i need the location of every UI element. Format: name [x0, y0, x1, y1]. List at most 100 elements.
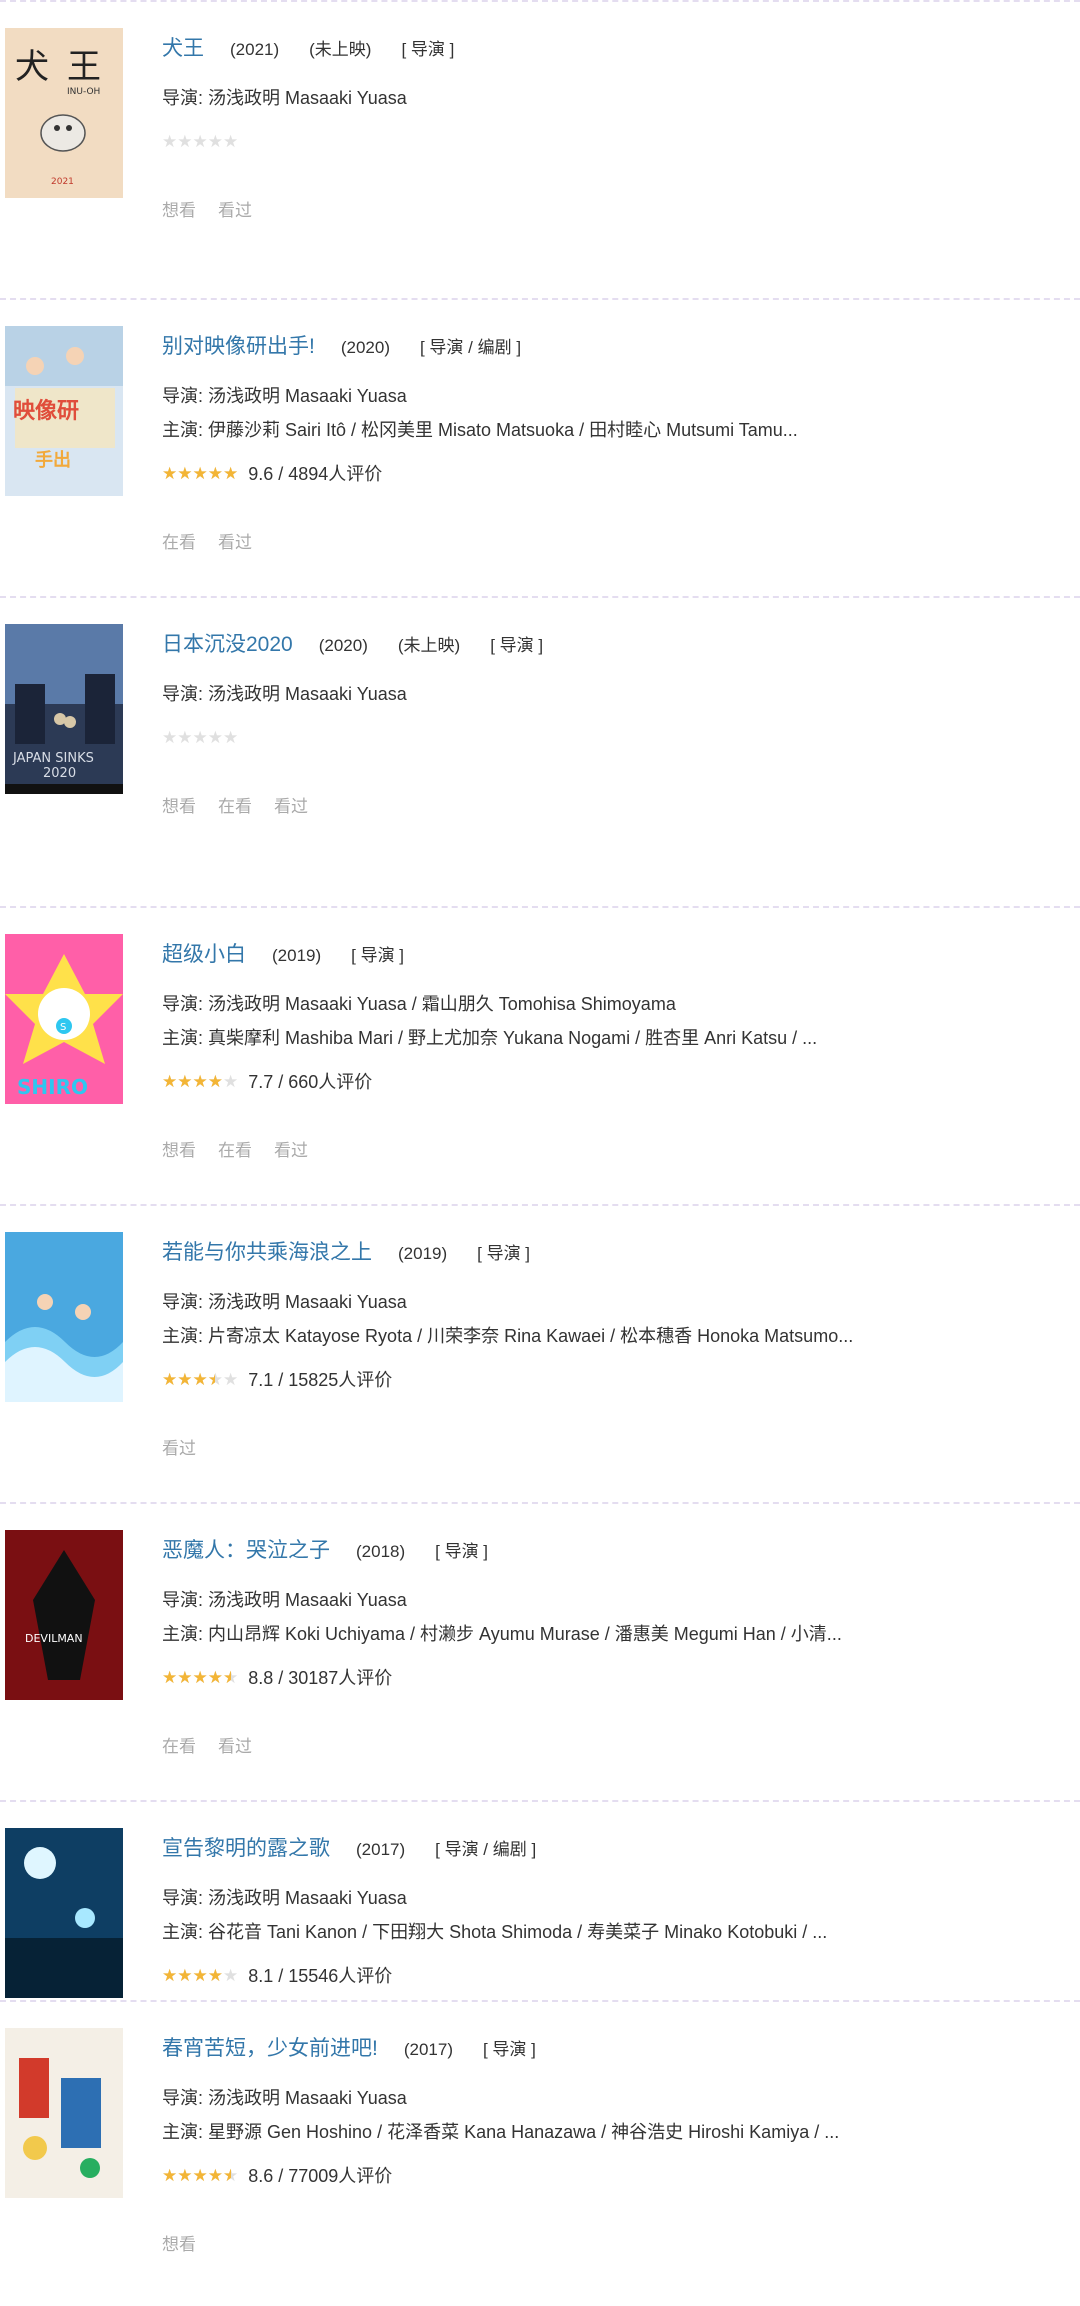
- title-row: 宣告黎明的露之歌 (2017) [ 导演 / 编剧 ]: [162, 1832, 1060, 1864]
- title-row: 犬王 (2021) (未上映) [ 导演 ]: [162, 32, 1060, 64]
- director-line: 导演: 汤浅政明 Masaaki Yuasa: [162, 386, 407, 406]
- star-rating: ★★★★★★★★★★: [162, 465, 238, 482]
- action-links: 看过: [162, 1434, 1060, 1459]
- title-row: 若能与你共乘海浪之上 (2019) [ 导演 ]: [162, 1236, 1060, 1268]
- cast-line: 主演: 真柴摩利 Mashiba Mari / 野上尤加奈 Yukana Nog…: [162, 1028, 818, 1048]
- cast-line: 主演: 片寄凉太 Katayose Ryota / 川荣李奈 Rina Kawa…: [162, 1326, 854, 1346]
- svg-text:犬: 犬: [15, 47, 49, 87]
- movie-title-link[interactable]: 宣告黎明的露之歌: [162, 1832, 330, 1862]
- star-rating: ★★★★★★★★★★: [162, 2167, 238, 2184]
- action-links: 在看 看过: [162, 528, 1060, 553]
- movie-title-link[interactable]: 犬王: [162, 32, 204, 62]
- movie-item: DEVILMAN 恶魔人：哭泣之子 (2018) [ 导演 ] 导演: 汤浅政明 Mas…: [0, 1502, 1080, 1800]
- movie-meta: (2019): [272, 946, 322, 965]
- action-links: 想看 在看 看过: [162, 792, 1060, 817]
- star-icon: ★★★★★: [162, 464, 239, 482]
- star-icon: ★★★★★: [162, 1966, 223, 1984]
- star-rating: ★★★★★★★★★★: [162, 1669, 238, 1686]
- movie-poster[interactable]: 犬 王 INU-OH 2021: [5, 28, 123, 198]
- movie-item: 宣告黎明的露之歌 (2017) [ 导演 / 编剧 ] 导演: 汤浅政明 Masaak…: [0, 1800, 1080, 2000]
- movie-info: 宣告黎明的露之歌 (2017) [ 导演 / 编剧 ] 导演: 汤浅政明 Masaak…: [162, 1832, 1060, 1988]
- movie-meta: [ 导演 / 编剧 ]: [419, 338, 522, 357]
- movie-meta: [ 导演 ]: [482, 2040, 536, 2059]
- movie-item: 映像研 手出 别对映像研出手! (2020) [ 导演 / 编剧 ] 导演: 汤浅政明…: [0, 298, 1080, 596]
- movie-poster[interactable]: [5, 2028, 123, 2198]
- action-link[interactable]: 看过: [274, 1136, 308, 1161]
- action-link[interactable]: 看过: [162, 1434, 196, 1459]
- title-row: 春宵苦短，少女前进吧! (2017) [ 导演 ]: [162, 2032, 1060, 2064]
- movie-meta: (2017): [356, 1840, 406, 1859]
- rating-row: ★★★★★★★★★★ 8.6 / 77009人评价: [162, 2162, 1060, 2188]
- movie-poster[interactable]: DEVILMAN: [5, 1530, 123, 1700]
- director-line: 导演: 汤浅政明 Masaaki Yuasa: [162, 1292, 407, 1312]
- rating-text: 8.1 / 15546人评价: [248, 1966, 393, 1986]
- cast-line: 主演: 内山昂辉 Koki Uchiyama / 村濑步 Ayumu Muras…: [162, 1624, 842, 1644]
- movie-info: 若能与你共乘海浪之上 (2019) [ 导演 ] 导演: 汤浅政明 Masaaki Y…: [162, 1236, 1060, 1459]
- action-links: 想看 看过: [162, 196, 1060, 221]
- star-icon: ★★★★★: [162, 131, 239, 151]
- star-rating: ★★★★★★★★★★: [162, 1371, 238, 1388]
- action-link[interactable]: 看过: [218, 528, 252, 553]
- movie-title-link[interactable]: 春宵苦短，少女前进吧!: [162, 2032, 378, 2062]
- movie-meta: (2017): [403, 2040, 453, 2059]
- movie-info: 春宵苦短，少女前进吧! (2017) [ 导演 ] 导演: 汤浅政明 Masaaki …: [162, 2032, 1060, 2255]
- movie-title-link[interactable]: 别对映像研出手!: [162, 330, 315, 360]
- action-link[interactable]: 想看: [162, 1136, 196, 1161]
- action-link[interactable]: 在看: [218, 1136, 252, 1161]
- action-links: 想看 在看 看过: [162, 1136, 1060, 1161]
- svg-text:S: S: [60, 1022, 66, 1033]
- rating-row: ★★★★★★★★★★: [162, 128, 1060, 154]
- movie-meta: [ 导演 ]: [351, 946, 405, 965]
- action-link[interactable]: 看过: [218, 1732, 252, 1757]
- action-link[interactable]: 想看: [162, 792, 196, 817]
- action-link[interactable]: 在看: [162, 528, 196, 553]
- rating-text: 8.6 / 77009人评价: [248, 2166, 393, 2186]
- movie-meta: [ 导演 ]: [490, 636, 544, 655]
- rating-row: ★★★★★★★★★★ 7.7 / 660人评价: [162, 1068, 1060, 1094]
- movie-poster[interactable]: JAPAN SINKS 2020: [5, 624, 123, 794]
- movie-item: JAPAN SINKS 2020 日本沉没2020 (2020) (未上映) [ 导演…: [0, 596, 1080, 906]
- svg-text:INU-OH: INU-OH: [67, 87, 100, 97]
- movie-poster[interactable]: 映像研 手出: [5, 326, 123, 496]
- movie-meta: (2021): [230, 40, 280, 59]
- movie-info: 犬王 (2021) (未上映) [ 导演 ] 导演: 汤浅政明 Masaaki Yuas…: [162, 32, 1060, 221]
- rating-row: ★★★★★★★★★★: [162, 724, 1060, 750]
- rating-row: ★★★★★★★★★★ 8.1 / 15546人评价: [162, 1962, 1060, 1988]
- svg-text:2021: 2021: [51, 177, 74, 187]
- star-rating: ★★★★★★★★★★: [162, 133, 238, 150]
- action-link[interactable]: 看过: [218, 196, 252, 221]
- title-row: 超级小白 (2019) [ 导演 ]: [162, 938, 1060, 970]
- director-line: 导演: 汤浅政明 Masaaki Yuasa / 霜山朋久 Tomohisa S…: [162, 994, 676, 1014]
- movie-poster[interactable]: [5, 1828, 123, 1998]
- movie-title-link[interactable]: 恶魔人：哭泣之子: [162, 1534, 330, 1564]
- svg-text:JAPAN SINKS: JAPAN SINKS: [12, 751, 94, 766]
- movie-list: 犬 王 INU-OH 2021 犬王 (2021) (未上映) [ 导演 ] 导演: 汤浅…: [0, 0, 1080, 2300]
- action-link[interactable]: 看过: [274, 792, 308, 817]
- star-rating: ★★★★★★★★★★: [162, 1073, 238, 1090]
- cast-line: 主演: 谷花音 Tani Kanon / 下田翔大 Shota Shimoda …: [162, 1922, 828, 1942]
- movie-meta: (未上映): [397, 636, 461, 655]
- star-rating: ★★★★★★★★★★: [162, 1967, 238, 1984]
- movie-poster[interactable]: [5, 1232, 123, 1402]
- movie-poster[interactable]: S SHIRO: [5, 934, 123, 1104]
- action-link[interactable]: 想看: [162, 196, 196, 221]
- action-link[interactable]: 想看: [162, 2230, 196, 2255]
- action-link[interactable]: 在看: [162, 1732, 196, 1757]
- movie-meta: [ 导演 ]: [477, 1244, 531, 1263]
- star-icon: ★★★★★: [162, 1668, 231, 1686]
- movie-meta: (未上映): [309, 40, 372, 59]
- movie-info: 日本沉没2020 (2020) (未上映) [ 导演 ] 导演: 汤浅政明 Masaak…: [162, 628, 1060, 817]
- movie-item: 若能与你共乘海浪之上 (2019) [ 导演 ] 导演: 汤浅政明 Masaaki Y…: [0, 1204, 1080, 1502]
- cast-line: 主演: 伊藤沙莉 Sairi Itô / 松冈美里 Misato Matsuok…: [162, 420, 798, 440]
- director-line: 导演: 汤浅政明 Masaaki Yuasa: [162, 2088, 407, 2108]
- movie-info: 恶魔人：哭泣之子 (2018) [ 导演 ] 导演: 汤浅政明 Masaaki Yua…: [162, 1534, 1060, 1757]
- movie-title-link[interactable]: 若能与你共乘海浪之上: [162, 1236, 372, 1266]
- action-links: 在看 看过: [162, 1732, 1060, 1757]
- movie-info: 超级小白 (2019) [ 导演 ] 导演: 汤浅政明 Masaaki Yuasa /…: [162, 938, 1060, 1161]
- action-link[interactable]: 在看: [218, 792, 252, 817]
- movie-title-link[interactable]: 超级小白: [162, 938, 246, 968]
- cast-line: 主演: 星野源 Gen Hoshino / 花泽香菜 Kana Hanazawa…: [162, 2122, 840, 2142]
- movie-title-link[interactable]: 日本沉没2020: [162, 628, 293, 658]
- title-row: 日本沉没2020 (2020) (未上映) [ 导演 ]: [162, 628, 1060, 660]
- movie-item: 犬 王 INU-OH 2021 犬王 (2021) (未上映)[ 导演 ] 导演: 汤浅…: [0, 0, 1080, 298]
